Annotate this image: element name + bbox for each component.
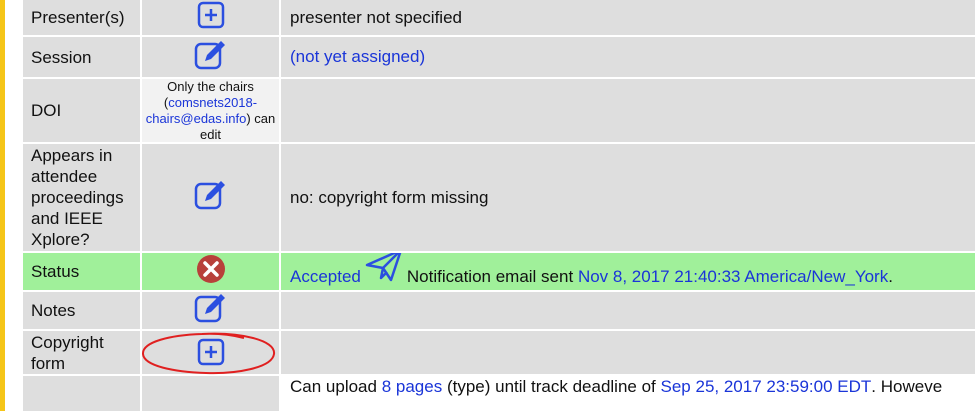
upload-pages-link[interactable]: 8 pages [382, 377, 443, 397]
plus-box-icon[interactable] [196, 0, 226, 35]
row-status: Status Accepted Notification email sent … [23, 253, 975, 290]
row-label: Appears in attendee proceedings and IEEE… [31, 146, 124, 249]
row-proceedings: Appears in attendee proceedings and IEEE… [23, 144, 975, 251]
row-notes: Notes [23, 292, 975, 329]
row-presenters: Presenter(s) presenter not specified [23, 0, 975, 35]
notification-date-link[interactable]: Nov 8, 2017 21:40:33 America/New_York [578, 267, 888, 287]
page-left-border [0, 0, 5, 411]
cancel-circle-icon[interactable] [195, 253, 227, 290]
proceedings-value: no: copyright form missing [290, 187, 489, 207]
red-annotation-circle [142, 332, 275, 375]
row-label: DOI [31, 101, 62, 120]
session-link[interactable]: (not yet assigned) [290, 47, 425, 67]
row-label: Notes [31, 301, 76, 320]
presenter-value: presenter not specified [290, 7, 462, 27]
edit-icon[interactable] [193, 292, 229, 329]
row-label: Copyright form [31, 332, 104, 373]
upload-text: Can upload [290, 377, 377, 396]
edit-icon[interactable] [193, 179, 229, 216]
row-label: Presenter(s) [31, 8, 125, 27]
edit-icon[interactable] [193, 39, 229, 76]
row-label: Status [31, 262, 80, 281]
deadline-date-link[interactable]: Sep 25, 2017 23:59:00 EDT [661, 377, 872, 397]
row-session: Session (not yet assigned) [23, 37, 975, 77]
doi-edit-note: Only the chairs (comsnets2018-chairs@eda… [145, 78, 276, 142]
row-label: Session [31, 47, 92, 67]
status-accepted-link[interactable]: Accepted [290, 267, 361, 287]
chairs-email-link[interactable]: comsnets2018-chairs@edas.info [146, 95, 257, 126]
row-upload: Can upload 8 pages (type) until track de… [23, 376, 975, 411]
notification-text: Notification email sent [406, 267, 574, 286]
row-doi: DOI Only the chairs (comsnets2018-chairs… [23, 79, 975, 142]
paper-plane-icon [365, 253, 403, 287]
